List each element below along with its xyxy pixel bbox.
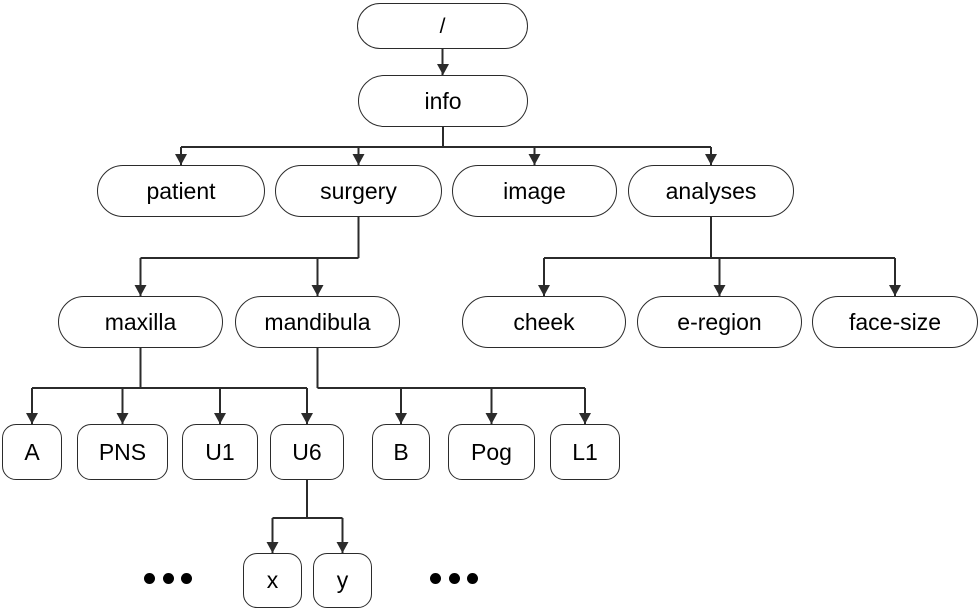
ellipsis-dot bbox=[162, 572, 174, 584]
node-L1[interactable]: L1 bbox=[550, 424, 620, 480]
ellipsis-dot bbox=[430, 572, 441, 584]
node-analyses[interactable]: analyses bbox=[628, 165, 794, 217]
ellipsis-dot bbox=[467, 572, 478, 584]
node-cheek[interactable]: cheek bbox=[462, 296, 626, 348]
node-label-mandibula: mandibula bbox=[264, 308, 371, 335]
node-label-U1: U1 bbox=[205, 438, 235, 465]
node-label-patient: patient bbox=[146, 177, 216, 204]
node-label-root: / bbox=[439, 14, 446, 38]
node-maxilla[interactable]: maxilla bbox=[58, 296, 223, 348]
node-label-B: B bbox=[393, 438, 409, 465]
node-label-y: y bbox=[336, 567, 349, 593]
ellipsis-right-icon bbox=[430, 572, 478, 584]
node-U6[interactable]: U6 bbox=[270, 424, 344, 480]
node-surgery[interactable]: surgery bbox=[275, 165, 442, 217]
node-e-region[interactable]: e-region bbox=[637, 296, 802, 348]
node-label-info: info bbox=[424, 87, 462, 114]
node-label-Pog: Pog bbox=[471, 438, 512, 465]
node-B[interactable]: B bbox=[372, 424, 430, 480]
node-label-face-size: face-size bbox=[848, 308, 942, 335]
node-mandibula[interactable]: mandibula bbox=[235, 296, 400, 348]
tree-diagram: / info patient surgery image analyses maxilla m… bbox=[0, 0, 980, 608]
node-x[interactable]: x bbox=[243, 553, 302, 608]
node-label-image: image bbox=[503, 177, 566, 204]
ellipsis-dot bbox=[181, 572, 192, 584]
node-label-x: x bbox=[266, 567, 279, 593]
node-info[interactable]: info bbox=[358, 75, 528, 127]
node-label-PNS: PNS bbox=[98, 438, 147, 465]
ellipsis-left-icon bbox=[144, 572, 192, 584]
node-label-L1: L1 bbox=[572, 438, 598, 465]
node-y[interactable]: y bbox=[313, 553, 372, 608]
ellipsis-dot bbox=[144, 572, 155, 584]
node-label-A: A bbox=[24, 438, 40, 465]
node-PNS[interactable]: PNS bbox=[77, 424, 168, 480]
node-label-cheek: cheek bbox=[513, 308, 575, 335]
node-label-maxilla: maxilla bbox=[104, 308, 177, 335]
node-label-surgery: surgery bbox=[320, 177, 397, 204]
node-Pog[interactable]: Pog bbox=[448, 424, 535, 480]
node-root[interactable]: / bbox=[357, 3, 528, 49]
node-image[interactable]: image bbox=[452, 165, 617, 217]
node-label-e-region: e-region bbox=[677, 308, 762, 335]
ellipsis-dot bbox=[448, 572, 460, 584]
node-U1[interactable]: U1 bbox=[182, 424, 258, 480]
node-A[interactable]: A bbox=[2, 424, 62, 480]
node-patient[interactable]: patient bbox=[97, 165, 265, 217]
node-face-size[interactable]: face-size bbox=[812, 296, 978, 348]
node-label-analyses: analyses bbox=[665, 177, 757, 204]
node-label-U6: U6 bbox=[292, 438, 322, 465]
